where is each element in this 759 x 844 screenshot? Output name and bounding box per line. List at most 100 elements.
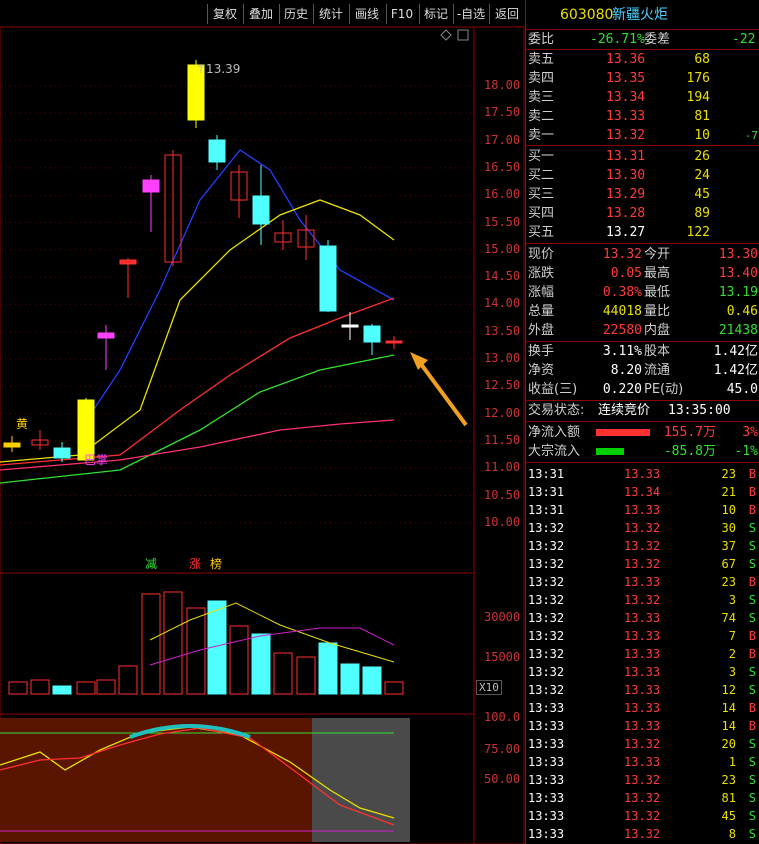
sell-vol: 68 bbox=[694, 52, 710, 67]
tick-price: 13.33 bbox=[624, 629, 661, 643]
tick-vol: 2 bbox=[728, 647, 736, 661]
toolbar-btn-4[interactable]: 画线 bbox=[349, 4, 384, 24]
tick-vol: 12 bbox=[721, 683, 736, 697]
quote-value: 22580 bbox=[602, 323, 642, 338]
tick-row: 13:32 13.32 67 S bbox=[526, 555, 759, 573]
quote-row: 总量 44018 量比 0.46 bbox=[526, 303, 759, 321]
tick-price: 13.33 bbox=[624, 575, 661, 589]
sell-price: 13.32 bbox=[606, 128, 646, 143]
quote-label: 最高 bbox=[644, 266, 671, 281]
quote-row: 换手 3.11% 股本 1.42亿 bbox=[526, 343, 759, 361]
tick-time: 13:33 bbox=[528, 701, 565, 715]
tick-side: S bbox=[748, 791, 756, 805]
toolbar-btn-7[interactable]: -自选 bbox=[453, 4, 488, 24]
tick-vol: 45 bbox=[721, 809, 736, 823]
toolbar-btn-3[interactable]: 统计 bbox=[313, 4, 348, 24]
toolbar-btn-0[interactable]: 复权 bbox=[207, 4, 242, 24]
quote-label: 换手 bbox=[528, 344, 555, 359]
tick-row: 13:32 13.32 37 S bbox=[526, 537, 759, 555]
price-tick: 11.50 bbox=[484, 432, 521, 447]
toolbar-btn-1[interactable]: 叠加 bbox=[243, 4, 278, 24]
tick-row: 13:33 13.32 45 S bbox=[526, 807, 759, 825]
tick-row: 13:31 13.34 21 B bbox=[526, 483, 759, 501]
ma10 bbox=[0, 199, 395, 463]
tick-price: 13.33 bbox=[624, 719, 661, 733]
tick-row: 13:32 13.33 74 S bbox=[526, 609, 759, 627]
buy-vol: 24 bbox=[694, 168, 710, 183]
divider bbox=[526, 341, 759, 342]
quote-value: 13.30 bbox=[718, 247, 758, 262]
tick-price: 13.33 bbox=[624, 665, 661, 679]
flow-label: 净流入额 bbox=[528, 425, 581, 440]
sell-change: -7 bbox=[744, 129, 758, 142]
tick-vol: 20 bbox=[721, 737, 736, 751]
quote-value: 21438 bbox=[718, 323, 758, 338]
buy-label: 买四 bbox=[528, 206, 555, 221]
price-tick: 14.00 bbox=[484, 296, 521, 311]
sell-row: 卖五 13.36 68 bbox=[526, 51, 759, 69]
quote-row: 现价 13.32 今开 13.30 bbox=[526, 246, 759, 264]
tick-time: 13:33 bbox=[528, 773, 565, 787]
quote-label: 净资 bbox=[528, 363, 555, 378]
buy-price: 13.27 bbox=[606, 225, 646, 240]
tick-vol: 67 bbox=[721, 557, 736, 571]
quote-value: 13.40 bbox=[718, 266, 758, 281]
tick-side: B bbox=[748, 485, 756, 499]
tick-vol: 21 bbox=[721, 485, 736, 499]
sell-vol: 10 bbox=[694, 128, 710, 143]
tick-time: 13:32 bbox=[528, 557, 565, 571]
annotation: 减 bbox=[145, 557, 157, 571]
diamond-icon bbox=[440, 29, 452, 41]
volume-bar bbox=[30, 679, 50, 695]
tick-row: 13:33 13.32 81 S bbox=[526, 789, 759, 807]
volume-bar bbox=[118, 665, 138, 695]
sell-row: 卖二 13.33 81 bbox=[526, 108, 759, 126]
kline-chart[interactable]: 黄巴掌减 涨榜 ↑13.39 bbox=[0, 0, 525, 844]
tick-vol: 14 bbox=[721, 701, 736, 715]
sell-row: 卖三 13.34 194 bbox=[526, 89, 759, 107]
tick-side: B bbox=[748, 629, 756, 643]
candle bbox=[119, 259, 137, 265]
flow-label: 大宗流入 bbox=[528, 444, 581, 459]
tick-price: 13.32 bbox=[624, 791, 661, 805]
tick-vol: 8 bbox=[728, 827, 736, 841]
buy-row: 买五 13.27 122 bbox=[526, 224, 759, 242]
quote-label: 外盘 bbox=[528, 323, 555, 338]
toolbar-btn-5[interactable]: F10 bbox=[386, 4, 417, 24]
volume-bar bbox=[318, 642, 338, 695]
kdj-tick: 100.0 bbox=[484, 710, 521, 724]
volume-bar bbox=[362, 666, 382, 695]
flow-row: 净流入额 155.7万 3% bbox=[526, 424, 759, 442]
tick-vol: 81 bbox=[721, 791, 736, 805]
quote-label: 收益(三) bbox=[528, 382, 578, 397]
tick-row: 13:33 13.32 8 S bbox=[526, 825, 759, 843]
kdj-bg-right bbox=[312, 718, 410, 842]
tick-time: 13:33 bbox=[528, 809, 565, 823]
toolbar-btn-8[interactable]: 返回 bbox=[489, 4, 524, 24]
quote-row: 外盘 22580 内盘 21438 bbox=[526, 322, 759, 342]
toolbar-btn-2[interactable]: 历史 bbox=[279, 4, 312, 24]
stock-header: 603080 新疆火炬 bbox=[526, 6, 759, 28]
tick-time: 13:32 bbox=[528, 683, 565, 697]
annotation: 榜 bbox=[210, 556, 222, 571]
tick-price: 13.33 bbox=[624, 503, 661, 517]
volume-bar bbox=[296, 656, 316, 695]
buy-price: 13.29 bbox=[606, 187, 646, 202]
buy-row: 买二 13.30 24 bbox=[526, 167, 759, 185]
tick-vol: 10 bbox=[721, 503, 736, 517]
tick-vol: 3 bbox=[728, 665, 736, 679]
tick-row: 13:32 13.33 3 S bbox=[526, 663, 759, 681]
tick-time: 13:32 bbox=[528, 539, 565, 553]
tick-price: 13.32 bbox=[624, 773, 661, 787]
tick-vol: 37 bbox=[721, 539, 736, 553]
toolbar-btn-6[interactable]: 标记 bbox=[419, 4, 452, 24]
flow-pct: -1% bbox=[734, 444, 758, 459]
price-tick: 15.50 bbox=[484, 214, 521, 229]
tick-vol: 74 bbox=[721, 611, 736, 625]
buy-vol: 122 bbox=[686, 225, 710, 240]
max-price-label: ↑13.39 bbox=[196, 62, 240, 76]
quote-row: 涨幅 0.38% 最低 13.19 bbox=[526, 284, 759, 302]
quote-value: 8.20 bbox=[610, 363, 642, 378]
candle bbox=[208, 139, 226, 163]
price-tick: 17.50 bbox=[484, 105, 521, 120]
